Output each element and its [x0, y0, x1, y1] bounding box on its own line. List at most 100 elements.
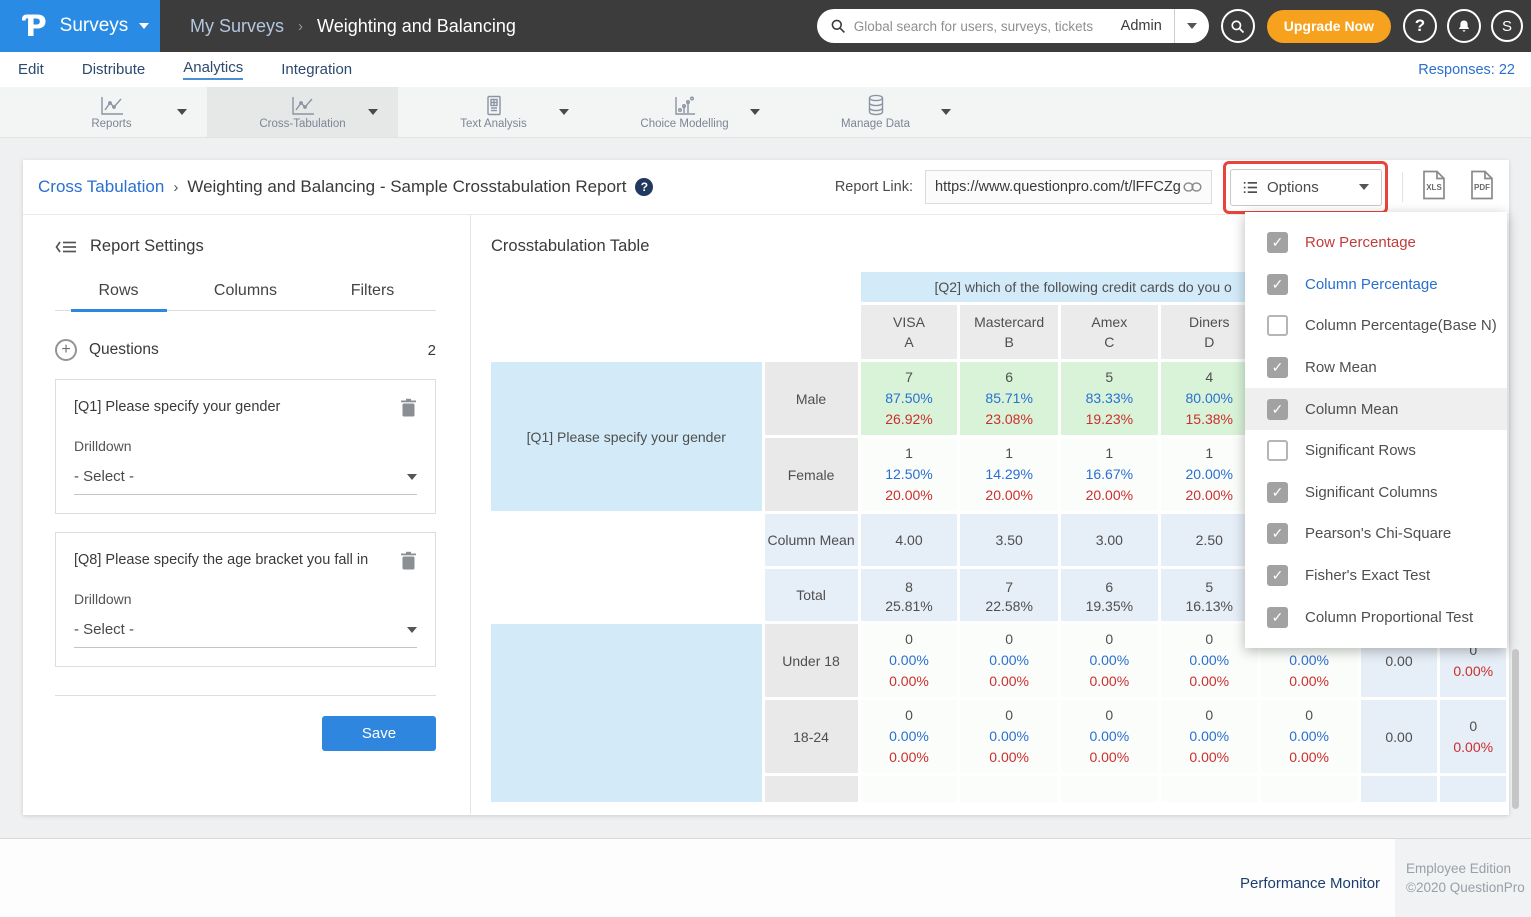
checkbox-checked-icon[interactable]: ✓ [1267, 607, 1288, 628]
export-xls-button[interactable]: XLS [1421, 170, 1447, 205]
report-link-input[interactable] [935, 179, 1183, 195]
report-header-actions: Report Link: Options XLS [835, 169, 1509, 206]
row-label: Under 18 [765, 624, 858, 697]
report-help-icon[interactable]: ? [635, 178, 653, 196]
checkbox-checked-icon[interactable]: ✓ [1267, 232, 1288, 253]
drilldown-select-q8[interactable]: - Select - [74, 621, 417, 648]
collapse-panel-icon[interactable] [55, 239, 77, 255]
column-header: VISAA [861, 305, 958, 359]
table-cell: 0.00 [1361, 700, 1438, 773]
drilldown-select-value: - Select - [74, 621, 134, 638]
toolbar-reports[interactable]: Reports [16, 87, 207, 137]
breadcrumb-current-survey: Weighting and Balancing [317, 16, 516, 37]
menu-item[interactable]: ✓Significant Columns [1245, 472, 1507, 514]
breadcrumb-my-surveys[interactable]: My Surveys [190, 16, 284, 37]
search-scope-selector[interactable]: Admin [1115, 18, 1174, 34]
export-pdf-button[interactable]: PDF [1469, 170, 1495, 205]
checkbox-checked-icon[interactable]: ✓ [1267, 357, 1288, 378]
nav-tab-analytics[interactable]: Analytics [183, 59, 243, 80]
questions-label: Questions [89, 341, 159, 359]
settings-tabs: Rows Columns Filters [55, 282, 436, 311]
toolbar-cross-tabulation[interactable]: Cross-Tabulation [207, 87, 398, 137]
toolbar-text-analysis-caret[interactable] [559, 109, 569, 115]
link-icon[interactable] [1183, 181, 1202, 193]
menu-item[interactable]: ✓Column Proportional Test [1245, 596, 1507, 638]
row-label: 18-24 [765, 700, 858, 773]
breadcrumb: My Surveys › Weighting and Balancing [190, 16, 516, 37]
table-cell: 114.29%20.00% [960, 438, 1057, 511]
settings-panel-title: Report Settings [90, 237, 204, 256]
cross-tabulation-link[interactable]: Cross Tabulation [38, 177, 164, 197]
drilldown-label: Drilldown [74, 591, 417, 607]
menu-item[interactable]: ✓ Column Mean [1245, 388, 1507, 430]
search-submit-button[interactable] [1221, 9, 1255, 43]
menu-item-label: Pearson's Chi-Square [1305, 525, 1451, 542]
toolbar-reports-caret[interactable] [177, 109, 187, 115]
nav-tab-edit[interactable]: Edit [18, 61, 44, 78]
menu-item-label: Column Percentage [1305, 276, 1438, 293]
drilldown-select-q1[interactable]: - Select - [74, 468, 417, 495]
menu-item[interactable]: ✓ Pearson's Chi-Square [1245, 513, 1507, 555]
table-cell: 116.67%20.00% [1061, 438, 1158, 511]
tab-filters[interactable]: Filters [309, 282, 436, 310]
toolbar-manage-data-caret[interactable] [941, 109, 951, 115]
toolbar-choice-modelling-caret[interactable] [750, 109, 760, 115]
question-card-q1: [Q1] Please specify your gender Drilldow… [55, 379, 436, 514]
tab-rows[interactable]: Rows [55, 282, 182, 310]
options-button[interactable]: Options [1230, 169, 1382, 206]
toolbar-cross-tabulation-caret[interactable] [368, 109, 378, 115]
delete-question-icon[interactable] [400, 398, 417, 418]
table-cell: 120.00%20.00% [1161, 438, 1258, 511]
delete-question-icon[interactable] [400, 551, 417, 571]
checkbox-checked-icon[interactable]: ✓ [1267, 274, 1288, 295]
menu-item-label: Row Percentage [1305, 234, 1416, 251]
nav-tab-distribute[interactable]: Distribute [82, 61, 145, 78]
toolbar-text-analysis[interactable]: Text Analysis [398, 87, 589, 137]
upgrade-now-button[interactable]: Upgrade Now [1267, 10, 1391, 43]
checkbox-checked-icon[interactable]: ✓ [1267, 523, 1288, 544]
question-card-q8: [Q8] Please specify the age bracket you … [55, 532, 436, 667]
checkbox-checked-icon[interactable]: ✓ [1267, 565, 1288, 586]
questionpro-logo[interactable]: Ƥ Surveys [0, 0, 160, 52]
row-label: Male [765, 362, 858, 435]
checkbox-unchecked-icon[interactable] [1267, 315, 1288, 336]
toolbar-label: Manage Data [841, 118, 910, 130]
checkbox-checked-icon[interactable]: ✓ [1267, 482, 1288, 503]
table-cell: 825.81% [861, 569, 958, 621]
tab-columns[interactable]: Columns [182, 282, 309, 310]
save-button[interactable]: Save [322, 716, 436, 751]
survey-nav: Edit Distribute Analytics Integration Re… [0, 52, 1531, 87]
topbar: Ƥ Surveys My Surveys › Weighting and Bal… [0, 0, 1531, 52]
line-chart-icon [290, 95, 316, 116]
toolbar-label: Text Analysis [460, 118, 526, 130]
column-header: MastercardB [960, 305, 1057, 359]
menu-item[interactable]: ✓ Row Percentage [1245, 222, 1507, 264]
global-search-input[interactable] [854, 19, 1115, 34]
menu-item-label: Column Mean [1305, 401, 1398, 418]
table-cell: 00.00%0.00% [861, 700, 958, 773]
menu-item[interactable]: Significant Rows [1245, 430, 1507, 472]
user-avatar[interactable]: S [1491, 10, 1523, 42]
performance-monitor-link[interactable]: Performance Monitor [1240, 875, 1380, 892]
menu-item[interactable]: ✓Row Mean [1245, 347, 1507, 389]
table-cell: 516.13% [1161, 569, 1258, 621]
menu-item[interactable]: ✓ Column Percentage [1245, 264, 1507, 306]
help-button[interactable]: ? [1403, 9, 1437, 43]
search-scope-caret[interactable] [1175, 23, 1209, 29]
menu-item[interactable]: ✓Fisher's Exact Test [1245, 555, 1507, 597]
checkbox-unchecked-icon[interactable] [1267, 440, 1288, 461]
notifications-button[interactable] [1447, 9, 1481, 43]
toolbar-manage-data[interactable]: Manage Data [780, 87, 971, 137]
checkbox-checked-icon[interactable]: ✓ [1267, 399, 1288, 420]
toolbar-label: Reports [91, 118, 131, 130]
vertical-scrollbar[interactable] [1512, 649, 1519, 809]
nav-tab-integration[interactable]: Integration [281, 61, 352, 78]
table-cell: 00.00%0.00% [1061, 624, 1158, 697]
survey-document-icon [485, 95, 503, 116]
add-question-button[interactable]: + [55, 339, 77, 361]
column-header: AmexC [1061, 305, 1158, 359]
menu-item[interactable]: Column Percentage(Base N) [1245, 305, 1507, 347]
table-cell: 112.50%20.00% [861, 438, 958, 511]
search-icon [830, 18, 846, 34]
toolbar-choice-modelling[interactable]: Choice Modelling [589, 87, 780, 137]
